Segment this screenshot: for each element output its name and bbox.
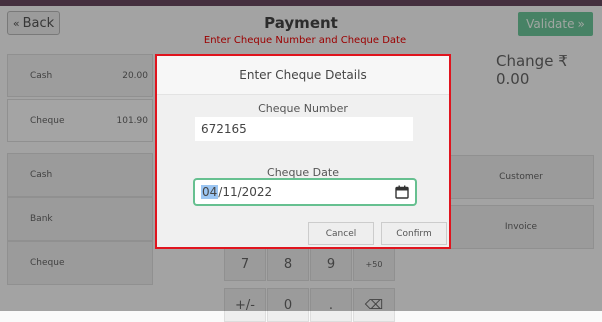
date-month-segment[interactable]: 04 [201, 185, 219, 199]
cheque-date-input[interactable]: 04/11/2022 [194, 179, 416, 205]
cheque-number-input[interactable] [195, 117, 413, 141]
confirm-button[interactable]: Confirm [381, 222, 447, 245]
calendar-icon[interactable] [395, 185, 409, 199]
cheque-number-label: Cheque Number [258, 102, 348, 115]
dialog-title: Enter Cheque Details [239, 68, 367, 82]
date-rest: /11/2022 [218, 185, 273, 199]
cancel-label: Cancel [325, 228, 357, 239]
cheque-details-dialog: Enter Cheque Details Cheque Number Chequ… [155, 54, 451, 249]
confirm-label: Confirm [396, 228, 432, 239]
dialog-header: Enter Cheque Details [157, 56, 449, 95]
cancel-button[interactable]: Cancel [308, 222, 374, 245]
cheque-date-label: Cheque Date [267, 166, 339, 179]
